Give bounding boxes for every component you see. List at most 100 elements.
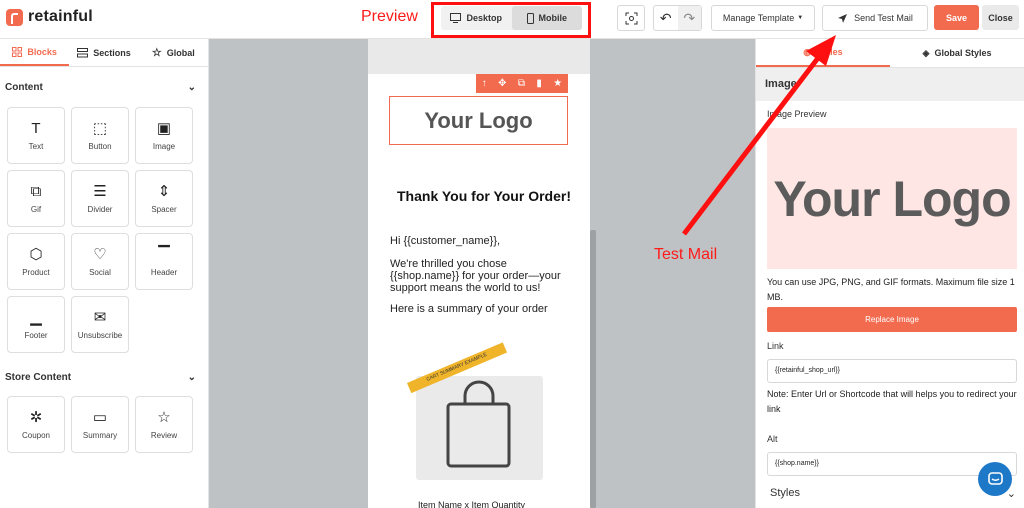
block-label: Button [88, 142, 112, 151]
tab-global[interactable]: ☆ Global [139, 39, 208, 66]
shopping-bag-icon [446, 380, 511, 468]
spacer-icon: ⇕ [157, 183, 171, 200]
block-label: Divider [87, 205, 113, 214]
block-social[interactable]: ♡ Social [71, 233, 129, 290]
block-divider[interactable]: ☰ Divider [71, 170, 129, 227]
image-preview-label: Image Preview [767, 109, 827, 119]
text-icon: T [31, 120, 41, 137]
cart-summary-card[interactable] [416, 376, 543, 480]
desktop-button[interactable]: Desktop [441, 6, 512, 30]
email-logo-block[interactable]: Your Logo [389, 96, 568, 145]
block-header[interactable]: ▔ Header [135, 233, 193, 290]
email-greeting[interactable]: Hi {{customer_name}}, [390, 235, 575, 247]
chevron-down-icon: ⌄ [187, 81, 196, 93]
block-label: Header [150, 268, 178, 277]
tab-blocks-label: Blocks [27, 46, 57, 57]
tab-global-styles[interactable]: ◈ Global Styles [890, 39, 1024, 67]
send-test-mail-button[interactable]: Send Test Mail [822, 5, 928, 31]
grid-icon [12, 46, 23, 57]
screenshot-preview-button[interactable] [617, 5, 645, 31]
email-top-spacer [368, 39, 590, 74]
content-section-header[interactable]: Content ⌄ [0, 77, 208, 97]
block-coupon[interactable]: ✲ Coupon [7, 396, 65, 453]
chat-support-button[interactable] [978, 462, 1012, 496]
move-up-icon[interactable]: ↑ [482, 78, 487, 89]
store-content-section-header[interactable]: Store Content ⌄ [0, 367, 208, 387]
summary-icon: ▭ [92, 409, 108, 426]
email-title[interactable]: Thank You for Your Order! [392, 188, 576, 205]
block-image[interactable]: ▣ Image [135, 107, 193, 164]
tab-sections[interactable]: Sections [69, 39, 138, 66]
link-input[interactable]: {{retainful_shop_url}} [767, 359, 1017, 383]
tab-sections-label: Sections [93, 47, 131, 58]
star-icon: ☆ [157, 409, 171, 426]
block-button[interactable]: ⬚ Button [71, 107, 129, 164]
close-button[interactable]: Close [982, 5, 1019, 30]
mobile-button[interactable]: Mobile [511, 6, 582, 30]
send-test-mail-label: Send Test Mail [854, 13, 913, 23]
block-label: Image [152, 142, 176, 151]
block-label: Review [150, 431, 178, 440]
alt-label: Alt [767, 434, 778, 444]
link-note: Note: Enter Url or Shortcode that will h… [767, 389, 1017, 414]
drag-icon[interactable]: ✥ [498, 78, 506, 89]
paint-bucket-icon: ◈ [922, 47, 930, 58]
redo-icon[interactable]: ↷ [677, 6, 701, 30]
heart-icon: ♡ [93, 246, 107, 263]
test-mail-annotation: Test Mail [654, 246, 718, 263]
block-spacer[interactable]: ⇕ Spacer [135, 170, 193, 227]
email-summary-intro[interactable]: Here is a summary of your order [390, 303, 575, 315]
unsubscribe-icon: ✉ [93, 309, 107, 326]
properties-panel: ◍ Styles ◈ Global Styles Image Image Pre… [755, 39, 1024, 508]
block-footer[interactable]: ▁ Footer [7, 296, 65, 353]
section-title: Image [756, 68, 1024, 101]
store-content-heading: Store Content [5, 371, 72, 383]
undo-redo-group: ↶ ↷ [653, 5, 702, 31]
header-icon: ▔ [158, 246, 170, 263]
chat-icon [987, 471, 1003, 485]
block-product[interactable]: ⬡ Product [7, 233, 65, 290]
favorite-icon[interactable]: ★ [553, 78, 562, 89]
block-label: Summary [82, 431, 118, 440]
top-bar: retainful Preview Desktop Mobile ↶ ↷ Man… [0, 0, 1024, 39]
delete-icon[interactable]: ▮ [536, 78, 542, 89]
mobile-icon [526, 12, 534, 24]
footer-icon: ▁ [30, 309, 42, 326]
block-label: Text [28, 142, 44, 151]
right-tabs: ◍ Styles ◈ Global Styles [756, 39, 1024, 68]
duplicate-icon[interactable]: ⧉ [518, 78, 525, 89]
block-unsubscribe[interactable]: ✉ Unsubscribe [71, 296, 129, 353]
canvas-scrollbar[interactable] [590, 230, 596, 508]
palette-icon: ◍ [803, 46, 812, 57]
block-label: Social [89, 268, 111, 277]
email-item-line[interactable]: Item Name x Item Quantity [418, 500, 525, 508]
capture-icon [625, 12, 637, 24]
desktop-icon [450, 13, 462, 23]
block-review[interactable]: ☆ Review [135, 396, 193, 453]
tab-styles[interactable]: ◍ Styles [756, 39, 890, 67]
undo-icon[interactable]: ↶ [654, 6, 678, 30]
block-toolbar: ↑ ✥ ⧉ ▮ ★ [476, 74, 568, 93]
tab-blocks[interactable]: Blocks [0, 39, 70, 66]
divider-icon: ☰ [93, 183, 107, 200]
manage-template-button[interactable]: Manage Template ▼ [711, 5, 815, 31]
save-button[interactable]: Save [934, 5, 979, 30]
chevron-down-icon: ⌄ [1006, 488, 1016, 500]
chevron-down-icon: ⌄ [187, 371, 196, 383]
link-label: Link [767, 341, 784, 351]
star-icon: ☆ [151, 47, 162, 59]
image-preview: Your Logo [767, 128, 1017, 269]
block-gif[interactable]: ⧉ Gif [7, 170, 65, 227]
manage-template-label: Manage Template [722, 13, 795, 23]
block-summary[interactable]: ▭ Summary [71, 396, 129, 453]
replace-image-button[interactable]: Replace Image [767, 307, 1017, 332]
block-label: Unsubscribe [77, 331, 123, 340]
desktop-label: Desktop [466, 13, 502, 23]
email-body[interactable]: We're thrilled you chose {{shop.name}} f… [390, 258, 575, 294]
image-icon: ▣ [156, 120, 172, 137]
send-icon [838, 13, 848, 23]
app-logo[interactable]: retainful [6, 8, 93, 26]
block-text[interactable]: T Text [7, 107, 65, 164]
block-label: Gif [30, 205, 42, 214]
store-blocks-grid: ✲ Coupon ▭ Summary ☆ Review [0, 396, 208, 453]
